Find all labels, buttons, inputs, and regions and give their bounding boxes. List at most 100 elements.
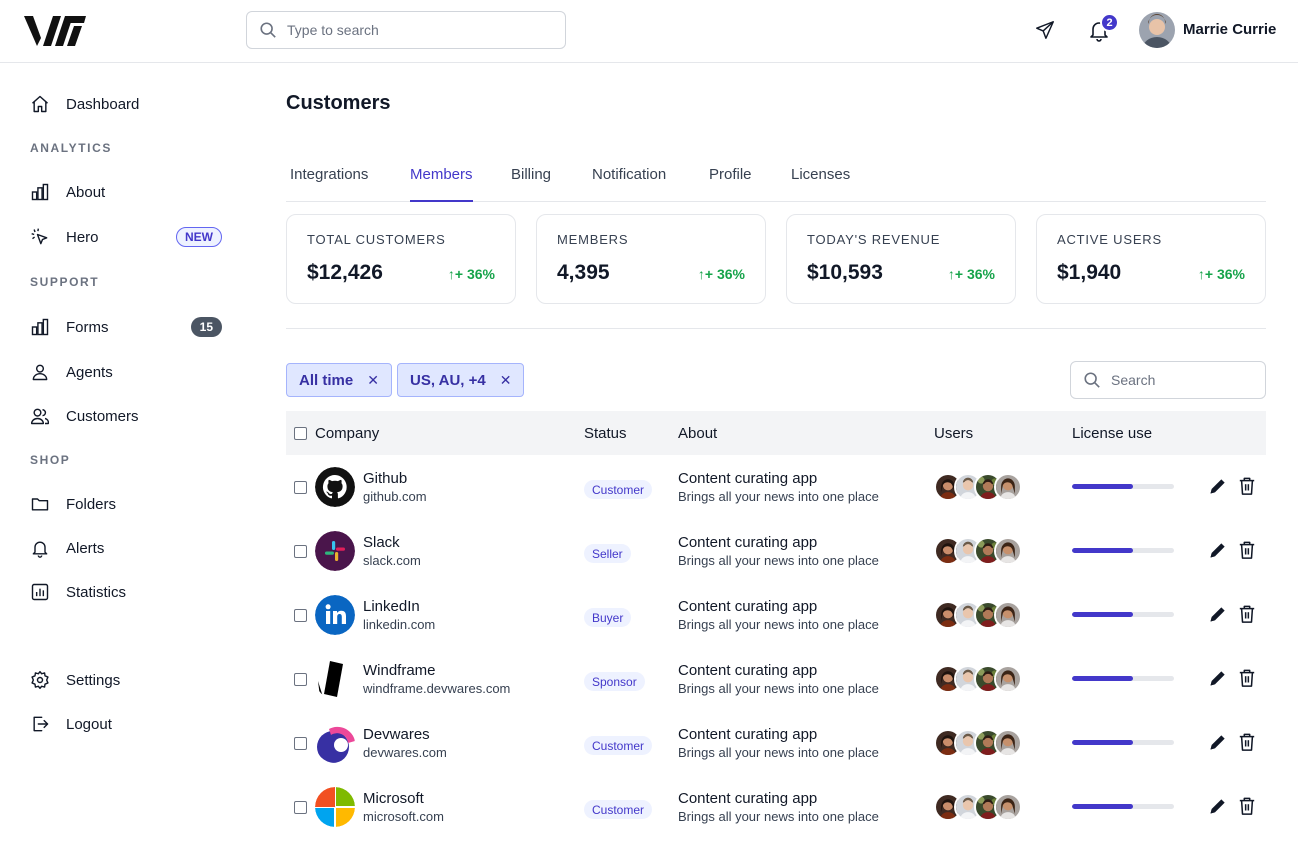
company-domain: windframe.devwares.com	[363, 681, 511, 696]
delete-button[interactable]	[1238, 732, 1256, 752]
column-header-users[interactable]: Users	[934, 425, 973, 442]
company-name[interactable]: Windframe	[363, 662, 436, 679]
edit-button[interactable]	[1208, 668, 1228, 688]
sidebar-item-statistics[interactable]: Statistics	[30, 580, 222, 604]
close-icon[interactable]: ✕	[500, 372, 512, 389]
table-header: Company Status About Users License use	[286, 411, 1266, 455]
arrow-up-icon: ↑	[947, 266, 955, 282]
company-domain: microsoft.com	[363, 809, 444, 824]
send-button[interactable]	[1033, 18, 1057, 42]
status-badge: Customer	[584, 800, 653, 819]
filter-chip-region[interactable]: US, AU, +4 ✕	[397, 363, 525, 397]
sidebar-item-settings[interactable]: Settings	[30, 668, 222, 692]
edit-button[interactable]	[1208, 604, 1228, 624]
table-search-input[interactable]	[1111, 372, 1251, 388]
brand-logo[interactable]	[24, 16, 88, 46]
select-all-checkbox[interactable]	[294, 427, 307, 440]
stat-label: ACTIVE USERS	[1057, 232, 1162, 247]
bar-chart-icon	[31, 183, 49, 201]
company-name[interactable]: Github	[363, 470, 407, 487]
tab-billing[interactable]: Billing	[511, 166, 551, 202]
about-subtitle: Brings all your news into one place	[678, 617, 879, 632]
company-domain: github.com	[363, 489, 427, 504]
user-avatar[interactable]	[994, 537, 1022, 565]
company-logo-github	[315, 467, 355, 507]
delete-button[interactable]	[1238, 476, 1256, 496]
delete-button[interactable]	[1238, 604, 1256, 624]
user-avatar[interactable]	[994, 729, 1022, 757]
search-icon	[1084, 372, 1100, 388]
filter-chip-time[interactable]: All time ✕	[286, 363, 392, 397]
license-progress-fill	[1072, 676, 1134, 681]
sidebar-item-dashboard[interactable]: Dashboard	[30, 92, 222, 116]
delete-button[interactable]	[1238, 668, 1256, 688]
company-name[interactable]: Slack	[363, 534, 400, 551]
tab-members[interactable]: Members	[410, 166, 473, 202]
edit-button[interactable]	[1208, 796, 1228, 816]
sidebar-item-agents[interactable]: Agents	[30, 360, 222, 384]
tab-integrations[interactable]: Integrations	[290, 166, 368, 202]
stat-card-total-customers: TOTAL CUSTOMERS $12,426 ↑+ 36%	[286, 214, 516, 304]
section-shop: SHOP	[30, 453, 71, 467]
delete-button[interactable]	[1238, 540, 1256, 560]
row-checkbox[interactable]	[294, 481, 307, 494]
trash-icon	[1239, 669, 1255, 687]
sidebar-item-label: Customers	[66, 407, 139, 425]
users-avatar-group	[934, 665, 1026, 693]
company-name[interactable]: Devwares	[363, 726, 430, 743]
sidebar-item-customers[interactable]: Customers	[30, 404, 222, 428]
user-avatar[interactable]	[1139, 12, 1175, 48]
row-checkbox[interactable]	[294, 801, 307, 814]
trash-icon	[1239, 541, 1255, 559]
table-search[interactable]	[1070, 361, 1266, 399]
user-avatar[interactable]	[994, 793, 1022, 821]
delete-button[interactable]	[1238, 796, 1256, 816]
table-row: Microsoft microsoft.com Customer Content cu…	[286, 775, 1266, 839]
user-avatar[interactable]	[994, 601, 1022, 629]
stat-change: ↑+ 36%	[697, 266, 745, 282]
sidebar-item-about[interactable]: About	[30, 180, 222, 204]
home-icon	[32, 95, 48, 113]
edit-button[interactable]	[1208, 540, 1228, 560]
users-avatar-group	[934, 537, 1026, 565]
user-avatar[interactable]	[994, 473, 1022, 501]
row-checkbox[interactable]	[294, 737, 307, 750]
sidebar-item-hero[interactable]: Hero NEW	[30, 225, 222, 249]
sidebar: Dashboard ANALYTICS About Hero NEW SUPPO…	[0, 64, 250, 854]
company-name[interactable]: LinkedIn	[363, 598, 420, 615]
column-header-company[interactable]: Company	[315, 425, 379, 442]
license-progress	[1072, 612, 1174, 617]
row-checkbox[interactable]	[294, 609, 307, 622]
edit-button[interactable]	[1208, 732, 1228, 752]
column-header-license[interactable]: License use	[1072, 425, 1152, 442]
column-header-status[interactable]: Status	[584, 425, 627, 442]
sidebar-item-alerts[interactable]: Alerts	[30, 536, 222, 560]
tab-licenses[interactable]: Licenses	[791, 166, 850, 202]
row-checkbox[interactable]	[294, 545, 307, 558]
edit-button[interactable]	[1208, 476, 1228, 496]
stat-change: ↑+ 36%	[447, 266, 495, 282]
sidebar-item-logout[interactable]: Logout	[30, 712, 222, 736]
sidebar-item-folders[interactable]: Folders	[30, 492, 222, 516]
user-name[interactable]: Marrie Currie	[1183, 21, 1276, 38]
sidebar-item-forms[interactable]: Forms 15	[30, 315, 222, 339]
tab-profile[interactable]: Profile	[709, 166, 752, 202]
row-checkbox[interactable]	[294, 673, 307, 686]
tab-bar: Integrations Members Billing Notificatio…	[286, 154, 1266, 202]
filter-chip-label: US, AU, +4	[410, 371, 486, 389]
column-header-about[interactable]: About	[678, 425, 717, 442]
tab-notification[interactable]: Notification	[592, 166, 666, 202]
close-icon[interactable]: ✕	[367, 372, 379, 389]
company-name[interactable]: Microsoft	[363, 790, 424, 807]
top-bar: 2 Marrie Currie	[0, 0, 1298, 63]
section-support: SUPPORT	[30, 275, 100, 289]
global-search[interactable]	[246, 11, 566, 49]
stat-card-todays-revenue: TODAY'S REVENUE $10,593 ↑+ 36%	[786, 214, 1016, 304]
stat-label: MEMBERS	[557, 232, 629, 247]
new-badge: NEW	[176, 227, 222, 247]
company-logo-microsoft	[315, 787, 355, 827]
global-search-input[interactable]	[287, 22, 547, 38]
about-subtitle: Brings all your news into one place	[678, 489, 879, 504]
user-avatar[interactable]	[994, 665, 1022, 693]
about-title: Content curating app	[678, 534, 818, 551]
